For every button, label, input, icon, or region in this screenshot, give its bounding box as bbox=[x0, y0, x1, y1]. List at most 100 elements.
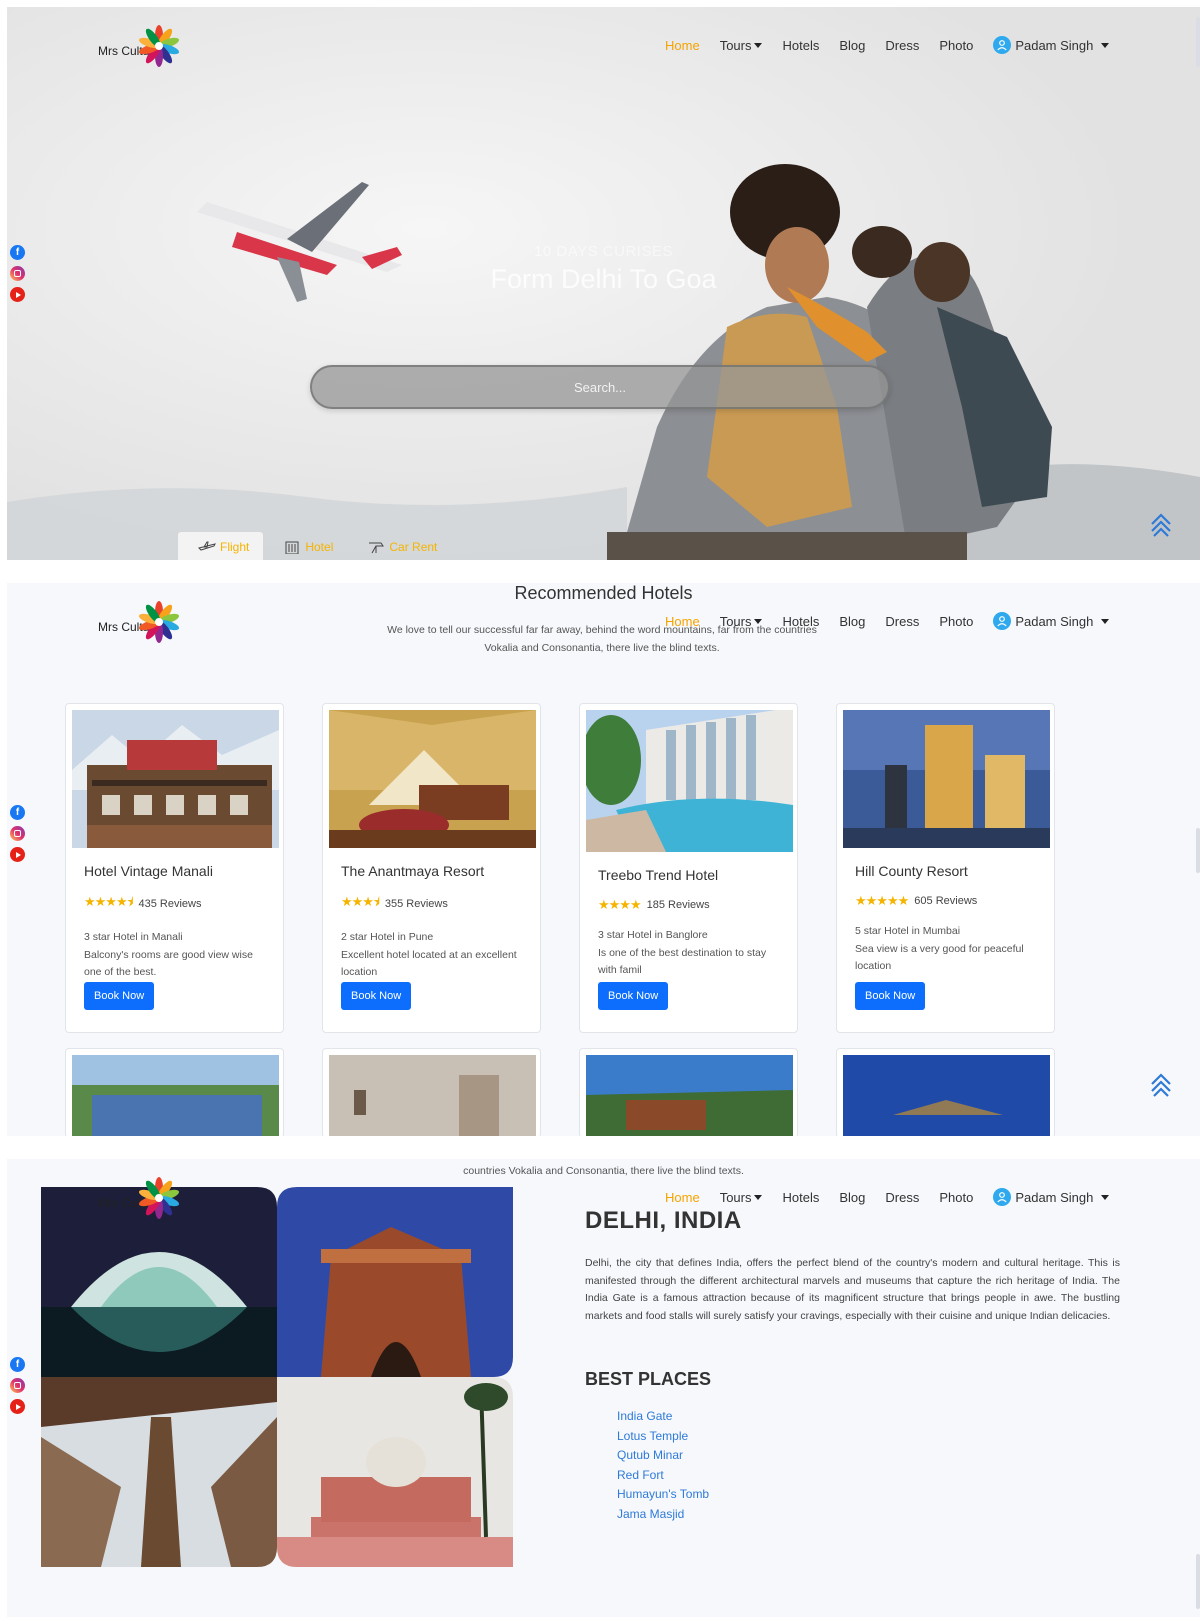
hotel-rating: ★★★★★ 605 Reviews bbox=[855, 893, 1048, 909]
hotel-card: Treebo Trend Hotel ★★★★ 185 Reviews 3 sta… bbox=[579, 703, 798, 1033]
nav-blog-label: Blog bbox=[839, 613, 866, 629]
hotel-rating: ★★★★ 185 Reviews bbox=[598, 897, 791, 913]
hotel-description: 2 star Hotel in Pune Excellent hotel loca… bbox=[341, 929, 522, 982]
instagram-icon[interactable] bbox=[10, 826, 25, 841]
nav-home-label: Home bbox=[665, 37, 700, 53]
nav-hotels-label: Hotels bbox=[782, 1189, 820, 1205]
brand-logo[interactable]: Mrs Culture bbox=[98, 1175, 188, 1223]
instagram-icon[interactable] bbox=[10, 1378, 25, 1393]
review-count: 185 Reviews bbox=[646, 899, 710, 911]
book-now-button[interactable]: Book Now bbox=[341, 982, 412, 1010]
place-link-red-fort[interactable]: Red Fort bbox=[617, 1466, 709, 1486]
flight-icon bbox=[198, 541, 216, 551]
nav-blog-label: Blog bbox=[839, 1189, 866, 1205]
tab-flight[interactable]: Flight bbox=[178, 532, 264, 560]
nav-photo[interactable]: Photo bbox=[939, 614, 973, 629]
hero-subtitle: 10 DAYS CURISES bbox=[534, 243, 673, 260]
youtube-icon[interactable] bbox=[10, 847, 25, 862]
place-link-jama-masjid[interactable]: Jama Masjid bbox=[617, 1505, 709, 1525]
hotel-photo bbox=[586, 710, 793, 852]
facebook-icon[interactable]: f bbox=[10, 805, 25, 820]
nav-photo-label: Photo bbox=[939, 37, 974, 53]
hotel-card bbox=[836, 1048, 1055, 1136]
nav-home-label: Home bbox=[665, 613, 700, 629]
place-link-india-gate[interactable]: India Gate bbox=[617, 1407, 709, 1427]
nav-blog[interactable]: Blog bbox=[839, 38, 865, 53]
scroll-to-top-icon[interactable] bbox=[1149, 1070, 1173, 1098]
facebook-icon[interactable]: f bbox=[10, 245, 25, 260]
nav-tours[interactable]: Tours bbox=[720, 38, 763, 53]
hotel-description: 5 star Hotel in Mumbai Sea view is a very… bbox=[855, 923, 1036, 976]
nav-dress[interactable]: Dress bbox=[885, 38, 919, 53]
nav-blog[interactable]: Blog bbox=[839, 614, 865, 629]
social-rail: f bbox=[10, 245, 25, 302]
book-now-button[interactable]: Book Now bbox=[84, 982, 155, 1010]
recommended-hotels-section: Recommended Hotels We love to tell our s… bbox=[7, 583, 1200, 1136]
user-menu[interactable]: Padam Singh bbox=[993, 1188, 1110, 1206]
hotel-summary: Is one of the best destination to stay w… bbox=[598, 946, 767, 977]
nav-dress[interactable]: Dress bbox=[885, 1190, 919, 1205]
brand-logo[interactable]: Mrs Culture bbox=[98, 23, 188, 71]
nav-dress[interactable]: Dress bbox=[885, 614, 919, 629]
city-description: Delhi, the city that defines India, offe… bbox=[585, 1257, 1120, 1322]
nav-dress-label: Dress bbox=[885, 613, 920, 629]
user-menu[interactable]: Padam Singh bbox=[993, 612, 1110, 630]
nav-hotels-label: Hotels bbox=[782, 37, 820, 53]
hotel-card bbox=[65, 1048, 284, 1136]
place-link-qutub-minar[interactable]: Qutub Minar bbox=[617, 1446, 709, 1466]
caret-down-icon bbox=[1101, 619, 1110, 624]
youtube-icon[interactable] bbox=[10, 1399, 25, 1414]
nav-home[interactable]: Home bbox=[665, 614, 700, 629]
qutub-minar-photo bbox=[41, 1377, 277, 1567]
tab-car-rent[interactable]: Car Rent bbox=[347, 532, 451, 560]
flower-logo-icon bbox=[138, 25, 180, 67]
caret-down-icon bbox=[1101, 43, 1110, 48]
nav-blog[interactable]: Blog bbox=[839, 1190, 865, 1205]
youtube-icon[interactable] bbox=[10, 287, 25, 302]
nav-tours-label: Tours bbox=[719, 613, 752, 629]
nav-tours[interactable]: Tours bbox=[720, 1190, 763, 1205]
facebook-icon[interactable]: f bbox=[10, 1357, 25, 1372]
hotel-photo bbox=[72, 1055, 279, 1136]
scrollbar-thumb[interactable] bbox=[1196, 828, 1200, 873]
best-places-list: India Gate Lotus Temple Qutub Minar Red … bbox=[617, 1407, 709, 1524]
nav-home[interactable]: Home bbox=[665, 38, 700, 53]
place-link-humayuns-tomb[interactable]: Humayun's Tomb bbox=[617, 1485, 709, 1505]
hotel-rating: ★★★⯨ 355 Reviews bbox=[341, 893, 534, 915]
caret-down-icon bbox=[1101, 1195, 1110, 1200]
nav-photo[interactable]: Photo bbox=[939, 38, 973, 53]
nav-hotels[interactable]: Hotels bbox=[782, 38, 819, 53]
tab-hotel[interactable]: Hotel bbox=[263, 532, 347, 560]
car-rent-icon bbox=[369, 542, 385, 554]
caret-down-icon bbox=[754, 1195, 763, 1200]
search-input[interactable] bbox=[312, 367, 888, 407]
nav-hotels[interactable]: Hotels bbox=[782, 614, 819, 629]
nav-tours[interactable]: Tours bbox=[720, 614, 763, 629]
scroll-to-top-icon[interactable] bbox=[1149, 510, 1173, 538]
instagram-icon[interactable] bbox=[10, 266, 25, 281]
city-section: countries Vokalia and Consonantia, there… bbox=[7, 1159, 1200, 1617]
user-avatar-icon bbox=[993, 612, 1012, 630]
star-rating-icon: ★★★★ bbox=[598, 897, 642, 912]
user-menu[interactable]: Padam Singh bbox=[993, 36, 1110, 54]
top-navbar: Mrs Culture Home Tours Hotels Blog Dress… bbox=[7, 1159, 1200, 1235]
nav-home[interactable]: Home bbox=[665, 1190, 700, 1205]
hotel-name: Treebo Trend Hotel bbox=[598, 867, 719, 883]
hotel-card: Hill County Resort ★★★★★ 605 Reviews 5 st… bbox=[836, 703, 1055, 1033]
hotel-category: 3 star Hotel in Banglore bbox=[598, 929, 708, 941]
nav-dress-label: Dress bbox=[885, 1189, 920, 1205]
nav-photo[interactable]: Photo bbox=[939, 1190, 973, 1205]
brand-logo[interactable]: Mrs Culture bbox=[98, 599, 188, 647]
nav-photo-label: Photo bbox=[939, 613, 974, 629]
hotel-card: The Anantmaya Resort ★★★⯨ 355 Reviews 2 s… bbox=[322, 703, 541, 1033]
hotel-description: 3 star Hotel in Manali Balcony's rooms ar… bbox=[84, 929, 265, 982]
scrollbar-thumb[interactable] bbox=[1196, 1554, 1200, 1609]
top-navbar: Mrs Culture Home Tours Hotels Blog Dress… bbox=[7, 7, 1200, 83]
book-now-button[interactable]: Book Now bbox=[598, 982, 669, 1010]
hotel-card-grid: Hotel Vintage Manali ★★★★⯨ 435 Reviews 3 … bbox=[65, 703, 1055, 1136]
hotel-name: Hill County Resort bbox=[855, 863, 968, 879]
book-now-button[interactable]: Book Now bbox=[855, 982, 926, 1010]
place-link-lotus-temple[interactable]: Lotus Temple bbox=[617, 1427, 709, 1447]
nav-hotels-label: Hotels bbox=[782, 613, 820, 629]
nav-hotels[interactable]: Hotels bbox=[782, 1190, 819, 1205]
